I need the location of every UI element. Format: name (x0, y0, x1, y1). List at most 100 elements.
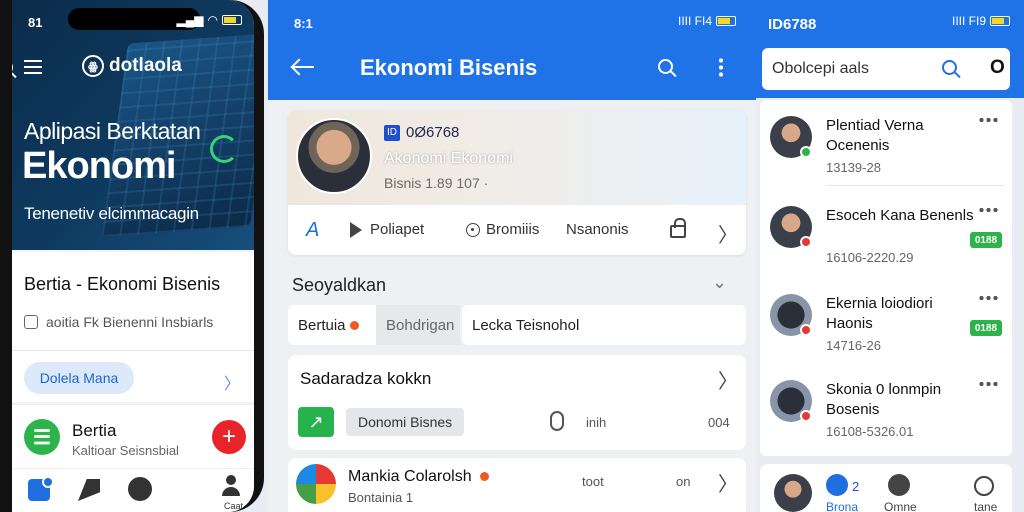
tab-label: Bohdrigan (386, 316, 455, 334)
hero-title-line1: Aplipasi Berktatan (24, 118, 201, 144)
status-icons: ▂▄▆ ◠ (177, 13, 242, 27)
chevron-right-icon[interactable]: 〉 (224, 370, 240, 394)
list-thumbnail (296, 464, 336, 504)
profile-initial-icon[interactable]: O (990, 57, 1005, 79)
bottom-nav: Caat (12, 468, 254, 512)
chevron-down-icon[interactable]: ⌄ (712, 272, 727, 293)
chat-bubble-icon[interactable] (826, 474, 848, 496)
article-meta-text: aoitia Fk Bienenni Insbiarls (46, 314, 214, 330)
bottom-nav: 2 Brona Omne tane (760, 464, 1012, 512)
hero-subtitle: Tenenetiv elcimmacagin (24, 204, 199, 223)
tag-icon[interactable] (78, 479, 100, 501)
app-logo[interactable]: ꙮ dotlaola (82, 55, 182, 77)
app-name: dotlaola (109, 55, 182, 76)
id-badge-icon: ID (384, 124, 400, 141)
tab-label: Lecka Teisnohol (472, 316, 580, 334)
chat-name: Skonia 0 lonmpin Bosenis (826, 381, 942, 418)
tab-bar: Bertuia Bohdrigan Lecka Teisnohol (288, 305, 746, 345)
menu-icon[interactable] (24, 60, 42, 74)
profile-label: Caat (224, 501, 244, 511)
article-screen: 8:1 IIII FI4 Ekonomi Bisenis ID 0Ø6768 A… (268, 0, 756, 512)
target-button[interactable]: Bromiiis (466, 221, 539, 238)
profile-stats: Bisnis 1.89 107 · (384, 175, 489, 191)
topic-pill[interactable]: Donomi Bisnes (346, 408, 465, 436)
chat-item[interactable]: Esoceh Kana Benenls 16106-2220.29 0188 (760, 190, 1012, 276)
more-horiz-icon[interactable] (978, 382, 998, 386)
signal-icon: ▂▄▆ (176, 13, 204, 27)
page-title: Ekonomi Bisenis (360, 55, 538, 80)
topic-count-value: 004 (708, 415, 730, 430)
back-arrow-icon[interactable] (292, 58, 314, 76)
chat-meta: 16106-2220.29 (826, 250, 914, 265)
logo-mark-icon: ꙮ (82, 55, 104, 77)
chevron-right-icon[interactable]: 〉 (718, 468, 738, 497)
play-icon (350, 221, 362, 238)
tab-lecka[interactable]: Lecka Teisnohol (462, 305, 746, 345)
chevron-right-icon[interactable]: 〉 (718, 219, 738, 248)
list-item[interactable]: ☰ Bertia Kaltioar Seisnsbial + (12, 404, 254, 468)
topic-card[interactable]: Sadaradza kokkn 〉 ↗ Donomi Bisnes inih 0… (288, 355, 746, 450)
trend-button[interactable]: ↗ (298, 407, 334, 437)
alert-badge-icon (800, 324, 812, 336)
play-button[interactable]: Poliapet (350, 221, 424, 238)
tab-label: Bertuia (298, 316, 346, 334)
chat-item[interactable]: Ekernia loiodiori Haonis 14716-26 0188 (760, 278, 1012, 364)
phone-frame: 81 ▂▄▆ ◠ ꙮ dotlaola Aplipasi Berktatan E… (0, 0, 264, 512)
article-card[interactable]: Bertia - Ekonomi Bisenis aoitia Fk Biene… (12, 252, 254, 402)
search-bar: O (762, 48, 1010, 90)
tab-bertuia[interactable]: Bertuia (288, 305, 376, 345)
battery-icon (716, 16, 736, 26)
chat-name: Plentiad Verna Ocenenis (826, 117, 924, 154)
chat-list: Plentiad Verna Ocenenis 13139-28 Esoceh … (760, 100, 1012, 456)
profile-avatar[interactable] (296, 118, 372, 194)
battery-icon (990, 16, 1010, 26)
search-input[interactable] (772, 58, 922, 80)
more-vert-icon[interactable] (719, 57, 723, 77)
chat-name: Esoceh Kana Benenls (826, 207, 974, 224)
search-icon[interactable] (942, 60, 957, 75)
chat-tab-label: Brona (826, 500, 859, 512)
list-item[interactable]: Mankia Colarolsh Bontainia 1 toot on 〉 (288, 458, 746, 512)
status-icons-text: IIII FI9 (951, 14, 986, 28)
top-bar: ꙮ dotlaola (12, 52, 254, 84)
clock-icon[interactable] (974, 476, 994, 496)
chat-screen: ID6788 IIII FI9 O Plentiad Verna Oceneni… (756, 0, 1024, 512)
alert-badge-icon (800, 236, 812, 248)
share-icon[interactable] (24, 315, 38, 329)
mouse-icon (550, 411, 564, 431)
chat-item[interactable]: Skonia 0 lonmpin Bosenis 16108-5326.01 (760, 364, 1012, 450)
more-horiz-icon[interactable] (978, 296, 998, 300)
divider (12, 350, 254, 351)
more-horiz-icon[interactable] (978, 118, 998, 122)
category-chip[interactable]: Dolela Mana (24, 362, 134, 394)
action-text-button[interactable]: Nsanonis (566, 221, 629, 238)
chat-item[interactable]: Plentiad Verna Ocenenis 13139-28 (760, 100, 1012, 186)
list-item-title: Mankia Colarolsh (348, 468, 490, 486)
more-horiz-icon[interactable] (978, 208, 998, 212)
battery-icon (222, 15, 242, 25)
lock-icon[interactable] (670, 218, 686, 238)
chevron-right-icon[interactable]: 〉 (718, 365, 738, 394)
chat-meta: 13139-28 (826, 160, 881, 175)
app-header: 8:1 IIII FI4 Ekonomi Bisenis (268, 0, 756, 100)
chat-meta: 14716-26 (826, 338, 881, 353)
settings-icon[interactable] (888, 474, 910, 496)
list-item-subtitle-num: 1 (405, 490, 414, 505)
status-icons: IIII FI4 (678, 14, 736, 28)
tab-bohdrigan[interactable]: Bohdrigan (376, 305, 460, 345)
play-label: Poliapet (370, 221, 425, 238)
source-avatar: ☰ (24, 419, 60, 455)
home-icon[interactable] (28, 476, 54, 501)
unread-pill: 0188 (970, 232, 1002, 248)
add-button[interactable]: + (212, 420, 246, 454)
compass-icon[interactable] (128, 477, 152, 501)
status-id: ID6788 (768, 16, 817, 33)
user-avatar[interactable] (774, 474, 812, 512)
badge-dot-icon (349, 320, 359, 330)
profile-icon[interactable] (220, 475, 242, 497)
target-label: Bromiiis (486, 221, 540, 238)
font-icon[interactable]: A (306, 219, 319, 242)
search-icon[interactable] (658, 59, 673, 74)
status-time: 8:1 (294, 16, 313, 31)
list-item-title-text: Mankia Colarolsh (348, 468, 472, 485)
